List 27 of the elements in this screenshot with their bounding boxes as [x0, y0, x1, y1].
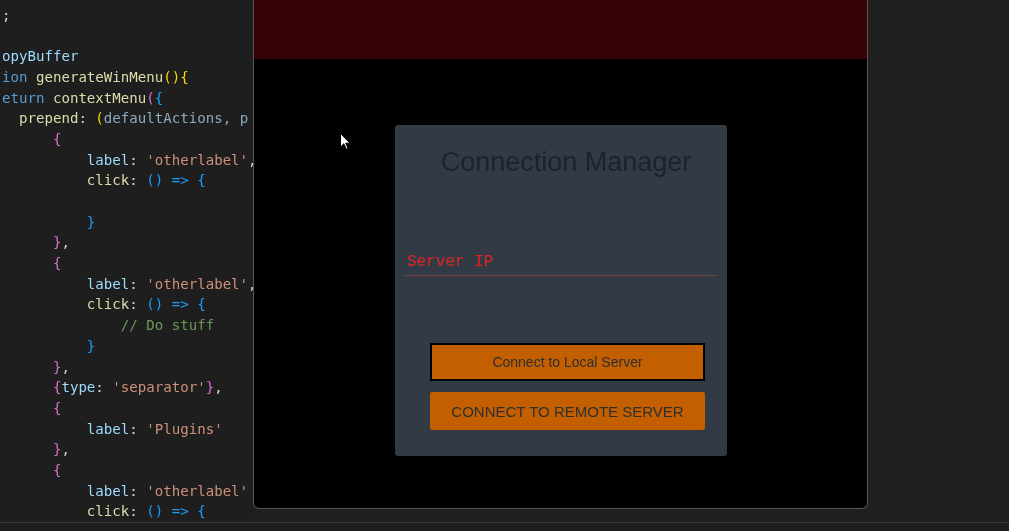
connect-button[interactable]: Connect to Local Server	[430, 343, 705, 381]
cursor-icon	[340, 133, 351, 150]
code-line: // Do stuff	[120, 317, 215, 335]
code-line: },	[52, 441, 70, 459]
code-line: click: () => {	[86, 296, 206, 314]
code-line: label: 'Plugins'	[86, 420, 223, 438]
code-line: eturn contextMenu({	[2, 89, 164, 107]
code-line: ;	[2, 6, 11, 24]
code-line: label: 'otherlabel',	[86, 275, 253, 293]
code-line: label: 'otherlabel',	[86, 151, 253, 169]
code-line: opyBuffer	[2, 48, 79, 66]
code-line: },	[52, 234, 70, 252]
code-line: {	[52, 130, 62, 148]
connect-button[interactable]: CONNECT TO REMOTE SERVER	[430, 392, 705, 430]
code-line: click: () => {	[86, 503, 206, 521]
code-line: {	[52, 399, 62, 417]
code-line: {	[52, 255, 62, 273]
code-line: prepend: (defaultActions, p	[18, 110, 249, 128]
code-line: click: () => {	[86, 172, 206, 190]
code-line: }	[86, 337, 96, 355]
code-line: label: 'otherlabel'	[86, 482, 249, 500]
input-field[interactable]: Server IP	[405, 249, 717, 276]
code-line: }	[86, 213, 96, 231]
code-line: ion generateWinMenu(){	[2, 68, 189, 86]
code-line: {	[52, 461, 62, 479]
code-line: {type: 'separator'},	[52, 379, 223, 397]
code-line: },	[52, 358, 70, 376]
